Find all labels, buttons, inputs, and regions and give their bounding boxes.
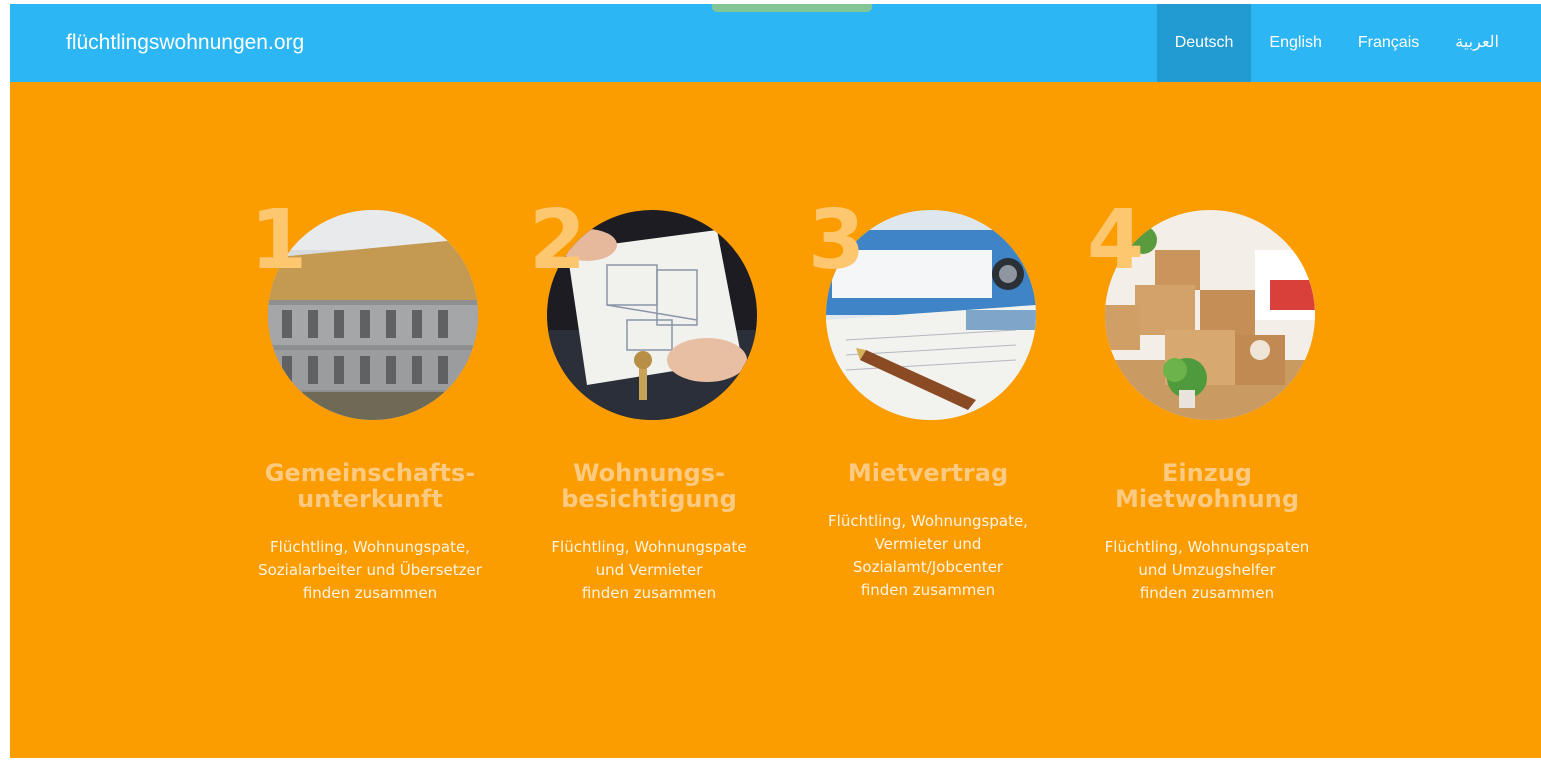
steps-hero-section: 1 Gemeinschafts- unterkunft Flüchtling, … — [10, 82, 1541, 758]
step-description: Flüchtling, Wohnungspate, Vermieter und … — [828, 512, 1028, 599]
step-number: 4 — [1087, 193, 1145, 288]
lang-link-arabic[interactable]: العربية — [1437, 4, 1541, 82]
step-number: 3 — [808, 193, 866, 288]
step-title: Mietvertrag — [847, 459, 1009, 487]
step-number: 1 — [250, 193, 308, 288]
step-description: Flüchtling, Wohnungspate, Sozialarbeiter… — [258, 538, 482, 602]
step-description: Flüchtling, Wohnungspate und Vermieter f… — [551, 538, 747, 602]
step-title: Gemeinschafts- unterkunft — [264, 459, 476, 513]
lang-link-english[interactable]: English — [1251, 4, 1339, 82]
lang-link-francais[interactable]: Français — [1340, 4, 1437, 82]
site-brand-link[interactable]: flüchtlingswohnungen.org — [66, 31, 304, 55]
browser-tab-hint — [712, 4, 872, 12]
step-title: Einzug Mietwohnung — [1114, 459, 1300, 513]
top-navbar: flüchtlingswohnungen.org Deutsch English… — [10, 4, 1541, 82]
lang-link-deutsch[interactable]: Deutsch — [1156, 4, 1252, 82]
step-number: 2 — [529, 193, 587, 288]
language-switcher: Deutsch English Français العربية — [1156, 4, 1541, 82]
step-description: Flüchtling, Wohnungspaten und Umzugshelf… — [1104, 538, 1310, 602]
step-title: Wohnungs- besichtigung — [561, 459, 737, 513]
